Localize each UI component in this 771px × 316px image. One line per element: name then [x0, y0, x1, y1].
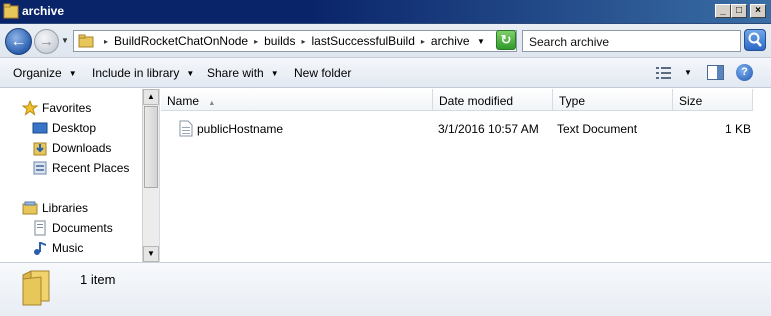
details-pane: 1 item [0, 262, 771, 316]
column-header-label: Type [559, 94, 586, 108]
sort-ascending-icon: ▲ [208, 100, 216, 107]
star-icon [22, 100, 38, 116]
chevron-down-icon: ▼ [270, 68, 279, 78]
nav-label: Libraries [42, 201, 89, 215]
recent-places-icon [33, 161, 47, 175]
command-bar: Organize ▼ Include in library ▼ Share wi… [0, 58, 771, 88]
file-type: Text Document [557, 122, 638, 136]
include-in-library-label: Include in library [92, 66, 180, 80]
folder-icon [3, 3, 19, 19]
music-icon [34, 242, 46, 255]
nav-label: Recent Places [52, 161, 130, 175]
column-header-size[interactable]: Size [673, 89, 753, 111]
organize-label: Organize [13, 66, 62, 80]
breadcrumb-separator-icon[interactable]: ▸ [301, 37, 305, 46]
new-folder-label: New folder [294, 66, 352, 80]
chevron-down-icon: ▼ [186, 68, 195, 78]
search-icon [748, 32, 762, 47]
nav-label: Desktop [52, 121, 97, 135]
search-button[interactable] [744, 29, 766, 51]
include-in-library-menu[interactable]: Include in library ▼ [92, 66, 194, 80]
scroll-up-icon[interactable]: ▲ [143, 89, 159, 105]
navigation-pane: Favorites Desktop Downloads Recent Place… [0, 89, 160, 262]
share-with-label: Share with [207, 66, 264, 80]
nav-desktop[interactable]: Desktop [32, 120, 96, 136]
nav-recent-places[interactable]: Recent Places [32, 160, 129, 176]
folder-icon [22, 270, 50, 306]
nav-favorites[interactable]: Favorites [22, 100, 91, 116]
column-header-label: Date modified [439, 94, 514, 108]
scroll-down-icon[interactable]: ▼ [143, 246, 159, 262]
libraries-icon [22, 201, 38, 215]
breadcrumb-item[interactable]: BuildRocketChatOnNode [114, 34, 248, 48]
file-size: 1 KB [725, 122, 752, 136]
column-header-date-modified[interactable]: Date modified [433, 89, 553, 111]
breadcrumb-item[interactable]: lastSuccessfulBuild [311, 34, 414, 48]
window-title: archive [22, 4, 65, 18]
breadcrumb-separator-icon[interactable]: ▸ [104, 37, 108, 46]
nav-libraries[interactable]: Libraries [22, 200, 88, 216]
view-options-dropdown-icon[interactable]: ▼ [684, 68, 692, 77]
breadcrumb-separator-icon[interactable]: ▸ [254, 37, 258, 46]
file-name: publicHostname [197, 122, 284, 136]
close-button[interactable]: × [750, 4, 766, 18]
desktop-icon [32, 122, 48, 134]
column-header-label: Size [679, 94, 703, 108]
scroll-thumb[interactable] [144, 106, 158, 188]
breadcrumb-separator-icon[interactable]: ▸ [421, 37, 425, 46]
column-header-name[interactable]: Name ▲ [161, 89, 433, 111]
help-icon[interactable]: ? [736, 64, 753, 81]
search-input[interactable]: Search archive [522, 30, 741, 52]
folder-icon [78, 34, 94, 48]
breadcrumb: ▸ BuildRocketChatOnNode ▸ builds ▸ lastS… [98, 34, 470, 48]
share-with-menu[interactable]: Share with ▼ [207, 66, 279, 80]
refresh-button[interactable]: ↻ [496, 30, 516, 50]
documents-icon [34, 220, 46, 236]
nav-downloads[interactable]: Downloads [32, 140, 111, 156]
address-bar[interactable]: ▸ BuildRocketChatOnNode ▸ builds ▸ lastS… [73, 30, 517, 52]
column-header-label: Name [167, 94, 200, 108]
recent-pages-dropdown[interactable]: ▼ [61, 36, 69, 45]
new-folder-button[interactable]: New folder [294, 66, 351, 80]
back-button[interactable]: ← [5, 28, 32, 55]
change-view-icon[interactable] [655, 66, 673, 80]
title-bar: archive _ □ × [0, 0, 771, 24]
file-date-modified: 3/1/2016 10:57 AM [438, 122, 539, 136]
nav-documents[interactable]: Documents [32, 220, 113, 236]
file-list: Name ▲ Date modified Type Size publicHos… [161, 89, 771, 262]
breadcrumb-item[interactable]: archive [431, 34, 470, 48]
nav-label: Favorites [42, 101, 92, 115]
item-count: 1 item [80, 272, 116, 287]
navigation-scrollbar[interactable]: ▲ ▼ [142, 89, 159, 262]
search-placeholder: Search archive [529, 35, 610, 49]
breadcrumb-item[interactable]: builds [264, 34, 295, 48]
nav-music[interactable]: Music [32, 240, 83, 256]
organize-menu[interactable]: Organize ▼ [13, 66, 77, 80]
address-row: ← → ▼ ▸ BuildRocketChatOnNode ▸ builds ▸… [0, 24, 771, 58]
nav-label: Documents [52, 221, 113, 235]
chevron-down-icon: ▼ [68, 68, 77, 78]
maximize-button[interactable]: □ [731, 4, 747, 18]
address-dropdown-icon[interactable]: ▼ [477, 37, 485, 46]
text-document-icon [179, 120, 193, 137]
minimize-button[interactable]: _ [715, 4, 731, 18]
nav-label: Downloads [52, 141, 112, 155]
preview-pane-icon[interactable] [707, 65, 724, 80]
column-header-type[interactable]: Type [553, 89, 673, 111]
forward-button[interactable]: → [34, 29, 59, 54]
table-row[interactable]: publicHostname 3/1/2016 10:57 AM Text Do… [161, 119, 761, 139]
downloads-folder-icon [33, 142, 47, 156]
nav-label: Music [52, 241, 84, 255]
